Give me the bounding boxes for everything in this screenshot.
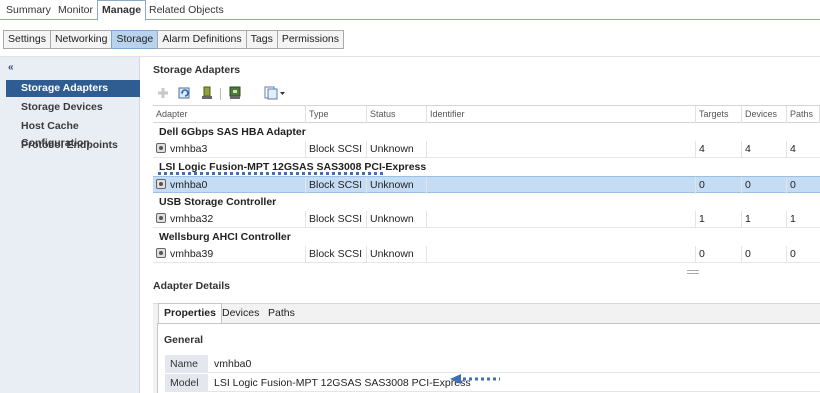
group-header: Dell 6Gbps SAS HBA Adapter [159, 126, 306, 138]
table-row[interactable]: vmhba39 Block SCSI Unknown 0 0 0 [153, 246, 820, 263]
tab-paths[interactable]: Paths [263, 304, 300, 323]
tab-summary[interactable]: Summary [2, 2, 55, 20]
devices-cell: 4 [742, 141, 787, 158]
annotation-underline [158, 172, 383, 175]
collapse-sidebar-icon[interactable]: « [8, 62, 14, 73]
identifier-cell [427, 141, 696, 158]
adapter-cell: vmhba0 [153, 177, 306, 194]
adapter-name: vmhba39 [170, 248, 214, 260]
type-cell: Block SCSI [306, 211, 367, 228]
section-general: General [164, 334, 204, 346]
devices-cell: 0 [742, 177, 787, 194]
column-header-identifier[interactable]: Identifier [427, 106, 696, 123]
annotation-arrow-icon [450, 373, 502, 388]
adapter-details-title: Adapter Details [153, 280, 231, 292]
adapter-name: vmhba3 [170, 143, 208, 155]
sidebar-item-protocol-endpoints[interactable]: Protocol Endpoints [6, 137, 140, 154]
property-key: Name [165, 355, 208, 373]
paths-cell: 4 [790, 143, 796, 155]
table-row[interactable]: vmhba3 Block SCSI Unknown 4 4 4 [153, 141, 820, 158]
status-cell: Unknown [367, 177, 427, 194]
tab-monitor[interactable]: Monitor [54, 2, 97, 20]
tab-manage[interactable]: Manage [97, 0, 147, 21]
subtab-tags[interactable]: Tags [245, 30, 278, 49]
targets-cell: 4 [696, 141, 742, 158]
sidebar-item-host-cache-configuration[interactable]: Host Cache Configuration [6, 118, 140, 149]
table-row-selected[interactable]: vmhba0 Block SCSI Unknown 0 0 0 [153, 176, 820, 194]
rescan-icon[interactable] [200, 86, 214, 100]
table-row[interactable]: vmhba32 Block SCSI Unknown 1 1 1 [153, 211, 820, 228]
sidebar: « Storage Adapters Storage Devices Host … [0, 57, 140, 393]
sidebar-item-storage-devices[interactable]: Storage Devices [6, 99, 140, 116]
adapter-cell: vmhba39 [153, 246, 306, 263]
toolbar [154, 86, 820, 102]
type-cell: Block SCSI [306, 246, 367, 263]
sidebar-item-storage-adapters[interactable]: Storage Adapters [6, 80, 140, 97]
identifier-cell [427, 211, 696, 228]
column-header-type[interactable]: Type [306, 106, 367, 123]
column-header-adapter[interactable]: Adapter [153, 106, 306, 123]
subtab-storage[interactable]: Storage [111, 30, 159, 49]
property-key: Model [165, 374, 208, 392]
identifier-cell [427, 246, 696, 263]
refresh-icon[interactable] [178, 86, 192, 100]
subtab-permissions[interactable]: Permissions [276, 30, 345, 49]
property-value: vmhba0 [214, 358, 252, 370]
page-title: Storage Adapters [153, 64, 241, 76]
status-cell: Unknown [367, 141, 427, 158]
targets-cell: 0 [696, 246, 742, 263]
tab-related-objects[interactable]: Related Objects [145, 2, 228, 20]
devices-cell: 1 [742, 211, 787, 228]
adapter-name: vmhba32 [170, 213, 214, 225]
targets-cell: 0 [696, 177, 742, 194]
targets-cell: 1 [696, 211, 742, 228]
hba-icon [156, 213, 166, 223]
type-cell: Block SCSI [306, 141, 367, 158]
hba-icon [156, 248, 166, 258]
column-header-status[interactable]: Status [367, 106, 427, 123]
adapter-name: vmhba0 [170, 179, 208, 191]
storage-adapters-table: Adapter Type Status Identifier Targets D… [153, 105, 820, 265]
hba-icon [156, 179, 166, 189]
add-icon[interactable] [156, 86, 170, 100]
status-cell: Unknown [367, 246, 427, 263]
paths-cell: 1 [790, 213, 796, 225]
tab-properties[interactable]: Properties [158, 303, 222, 324]
property-value: LSI Logic Fusion-MPT 12GSAS SAS3008 PCI-… [214, 377, 471, 389]
paths-cell: 0 [790, 179, 796, 191]
subtab-networking[interactable]: Networking [49, 30, 113, 49]
paths-cell: 0 [790, 248, 796, 260]
column-header-devices[interactable]: Devices [742, 106, 787, 123]
subtab-settings[interactable]: Settings [3, 30, 51, 49]
adapter-cell: vmhba32 [153, 211, 306, 228]
sub-tab-bar: Settings Networking Storage Alarm Defini… [3, 30, 345, 49]
hba-icon [156, 143, 166, 153]
adapter-cell: vmhba3 [153, 141, 306, 158]
rescan-vmfs-icon[interactable] [228, 86, 242, 100]
type-cell: Block SCSI [306, 177, 367, 194]
property-row-name: Name vmhba0 [165, 355, 820, 373]
top-tab-bar: Summary Monitor Manage Related Objects [0, 0, 820, 21]
group-header: USB Storage Controller [159, 196, 277, 208]
column-header-paths[interactable]: Paths [787, 106, 820, 123]
status-cell: Unknown [367, 211, 427, 228]
group-header: Wellsburg AHCI Controller [159, 231, 291, 243]
table-header: Adapter Type Status Identifier Targets D… [153, 106, 820, 123]
identifier-cell [427, 177, 696, 194]
toolbar-separator [220, 88, 221, 100]
export-icon[interactable] [264, 86, 286, 100]
column-header-targets[interactable]: Targets [696, 106, 742, 123]
panel-resize-handle[interactable] [687, 270, 699, 274]
subtab-alarm-definitions[interactable]: Alarm Definitions [157, 30, 247, 49]
devices-cell: 0 [742, 246, 787, 263]
tab-devices[interactable]: Devices [217, 304, 264, 323]
